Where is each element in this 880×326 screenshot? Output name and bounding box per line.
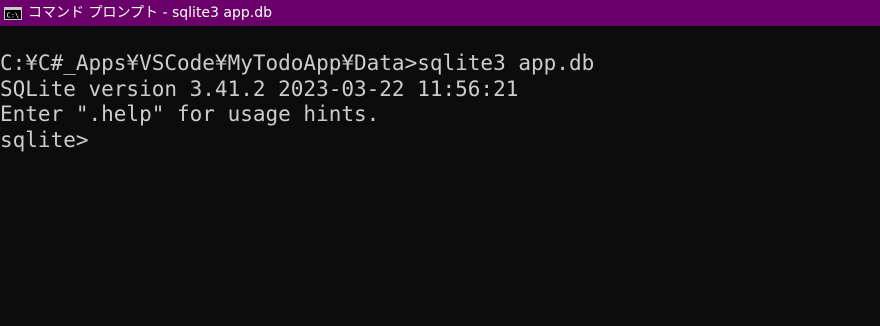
cmd-icon: C:\	[4, 6, 22, 20]
console-line-version: SQLite version 3.41.2 2023-03-22 11:56:2…	[0, 76, 519, 101]
console-output[interactable]: C:¥C#_Apps¥VSCode¥MyTodoApp¥Data>sqlite3…	[0, 26, 880, 326]
console-line-command: C:¥C#_Apps¥VSCode¥MyTodoApp¥Data>sqlite3…	[0, 51, 595, 75]
svg-text:C:\: C:\	[7, 11, 20, 19]
command-prompt-window: C:\ コマンド プロンプト - sqlite3 app.db C:¥C#_Ap…	[0, 0, 880, 326]
console-line-help-hint: Enter ".help" for usage hints.	[0, 102, 380, 126]
console-line-prompt[interactable]: sqlite>	[0, 128, 880, 154]
window-title: コマンド プロンプト - sqlite3 app.db	[28, 5, 272, 21]
title-bar[interactable]: C:\ コマンド プロンプト - sqlite3 app.db	[0, 0, 880, 26]
